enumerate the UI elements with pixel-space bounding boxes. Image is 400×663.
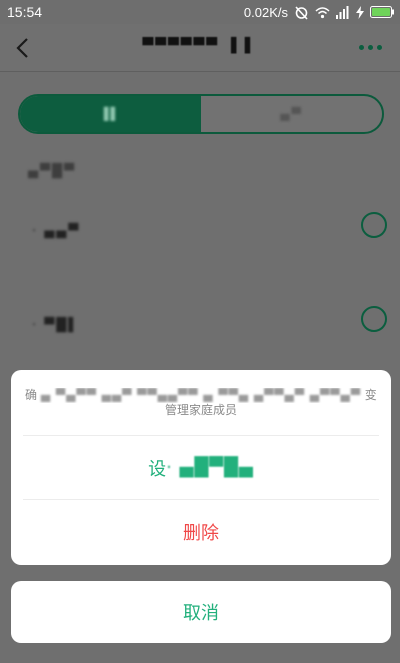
- radio-button[interactable]: [361, 306, 387, 332]
- tab-segment-first[interactable]: ▐▌: [20, 96, 201, 132]
- wifi-icon: [315, 6, 330, 18]
- set-admin-button[interactable]: 设 · ▄█▀█▄: [23, 436, 379, 500]
- message-obscured-text: ▄ ▀▄▀▀ ▄▄▀ ▀▀▄▄▀▀ ▄ ▀▀▄ ▄▀▀▄▀ ▄▀▀▄▀: [40, 388, 361, 402]
- cancel-label: 取消: [183, 603, 219, 624]
- list-item[interactable]: · ▀█▌: [0, 298, 400, 358]
- cancel-button[interactable]: 取消: [11, 581, 391, 643]
- status-time: 15:54: [7, 4, 43, 20]
- action-sheet-message: 确 ▄ ▀▄▀▀ ▄▄▀ ▀▀▄▄▀▀ ▄ ▀▀▄ ▄▀▀▄▀ ▄▀▀▄▀ 变成…: [23, 370, 379, 436]
- signal-icon: [336, 5, 349, 19]
- member-name: · ▄▄▀: [32, 224, 81, 239]
- member-name: · ▀█▌: [32, 318, 81, 333]
- set-label-obscured: · ▄█▀█▄: [166, 457, 254, 478]
- message-line-2: 管理家庭成员: [164, 403, 237, 417]
- page-title: ▀▀▀▀▀▀ ▐ ▌: [142, 38, 258, 54]
- status-indicators: 0.02K/s: [244, 5, 394, 20]
- action-sheet: 确 ▄ ▀▄▀▀ ▄▄▀ ▀▀▄▄▀▀ ▄ ▀▀▄ ▄▀▀▄▀ ▄▀▀▄▀ 变成…: [11, 370, 391, 565]
- section-label: ▄▀█▀: [28, 164, 76, 179]
- battery-icon: [370, 6, 394, 18]
- message-suffix: 变成: [364, 388, 377, 402]
- status-bar: 15:54 0.02K/s: [0, 0, 400, 24]
- more-dots-icon[interactable]: [359, 45, 382, 50]
- chevron-left-icon[interactable]: [14, 36, 32, 60]
- list-item[interactable]: · ▄▄▀: [0, 204, 400, 264]
- app-header: ▀▀▀▀▀▀ ▐ ▌: [0, 24, 400, 72]
- tab-segment-second[interactable]: ▄▀: [201, 96, 382, 132]
- set-label-prefix: 设: [148, 458, 167, 480]
- delete-label: 删除: [183, 523, 219, 544]
- segmented-control: ▐▌ ▄▀: [18, 94, 384, 134]
- delete-button[interactable]: 删除: [23, 500, 379, 564]
- tab-label: ▄▀: [280, 107, 303, 121]
- message-line-1: 确 ▄ ▀▄▀▀ ▄▄▀ ▀▀▄▄▀▀ ▄ ▀▀▄ ▄▀▀▄▀ ▄▀▀▄▀ 变成: [25, 388, 377, 403]
- radio-button[interactable]: [361, 212, 387, 238]
- alarm-off-icon: [295, 5, 308, 20]
- message-prefix: 确: [25, 388, 38, 402]
- network-speed: 0.02K/s: [243, 4, 288, 20]
- charging-icon: [356, 5, 364, 19]
- tab-label: ▐▌: [99, 107, 122, 121]
